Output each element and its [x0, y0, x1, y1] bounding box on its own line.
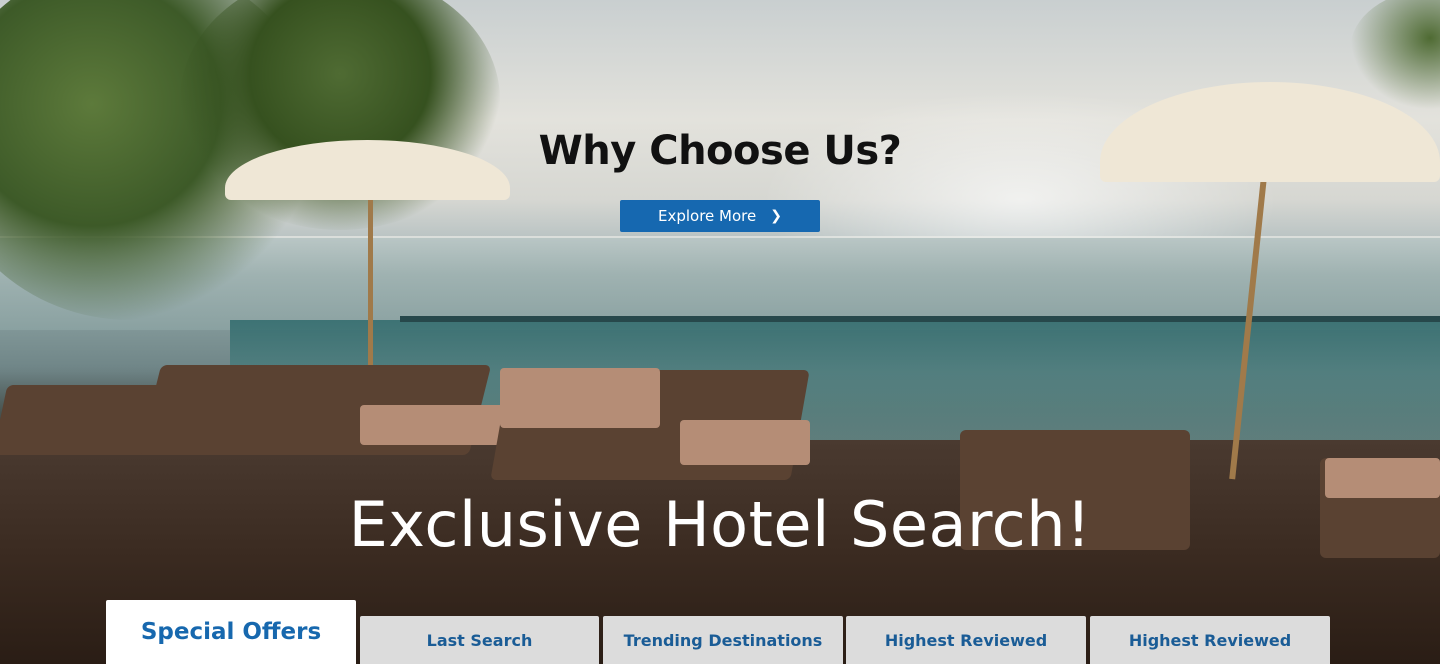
tab-label: Special Offers — [140, 619, 322, 645]
chevron-right-icon: ❯ — [770, 208, 782, 224]
hero-banner: Why Choose Us? Explore More ❯ Exclusive … — [0, 0, 1440, 664]
tab-label: Last Search — [426, 630, 533, 650]
lounger-cushion — [500, 368, 660, 428]
tab-special-offers[interactable]: Special Offers — [106, 600, 356, 664]
explore-more-label: Explore More — [658, 207, 757, 225]
lounger-cushion — [680, 420, 810, 465]
tab-last-search[interactable]: Last Search — [360, 616, 599, 664]
explore-more-button[interactable]: Explore More ❯ — [620, 200, 820, 232]
tab-highest-reviewed[interactable]: Highest Reviewed — [846, 616, 1086, 664]
lounger-cushion — [360, 405, 510, 445]
tab-label: Highest Reviewed — [884, 630, 1048, 650]
tab-trending-destinations[interactable]: Trending Destinations — [603, 616, 843, 664]
tab-label: Trending Destinations — [623, 630, 823, 650]
tab-label: Highest Reviewed — [1128, 630, 1292, 650]
tab-highest-reviewed-2[interactable]: Highest Reviewed — [1090, 616, 1330, 664]
hotel-search-title: Exclusive Hotel Search! — [348, 488, 1092, 561]
pool-edge — [400, 316, 1440, 322]
palm-tree-image — [1350, 0, 1440, 110]
why-choose-us-heading: Why Choose Us? — [538, 128, 902, 174]
